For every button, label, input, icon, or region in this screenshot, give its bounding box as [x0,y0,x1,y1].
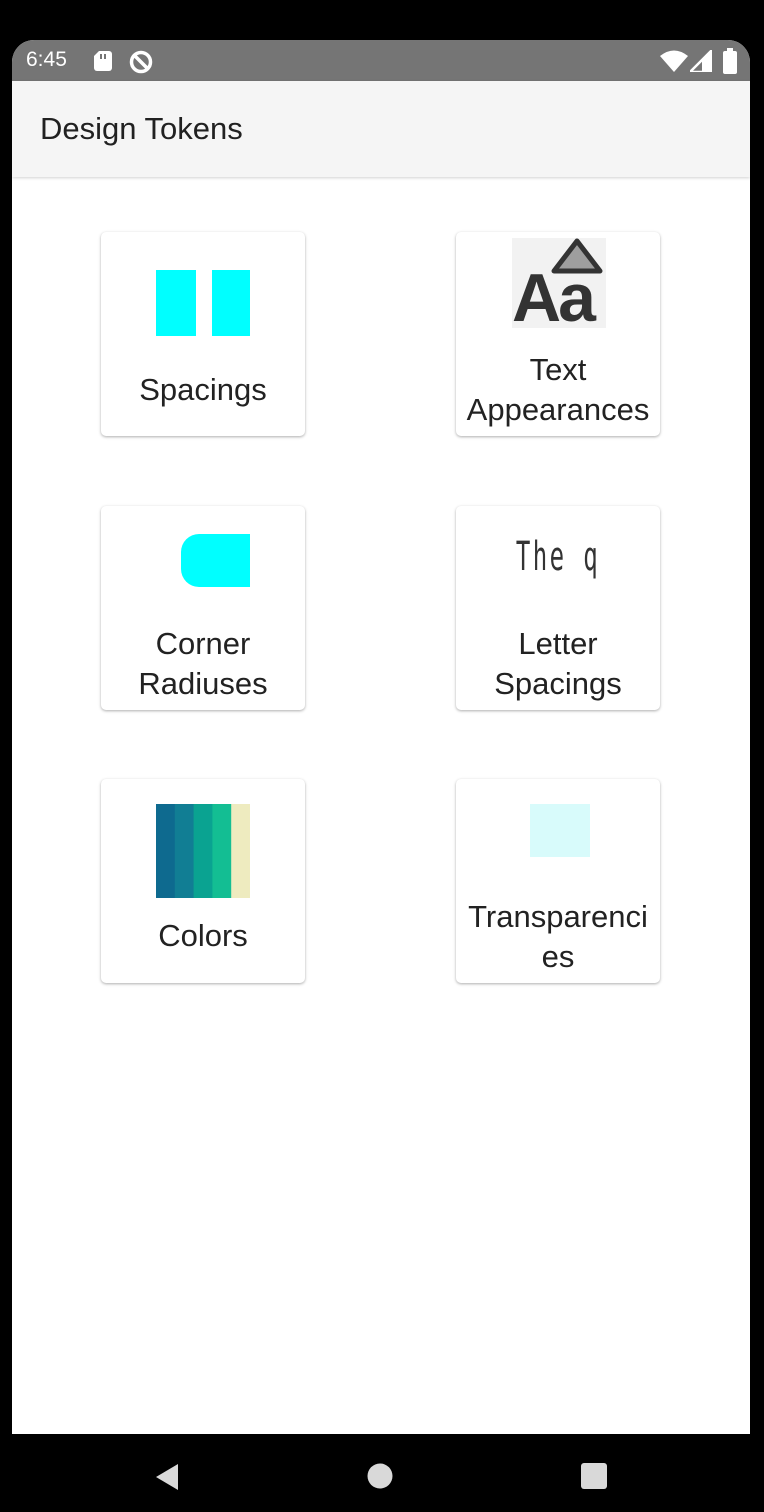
color-palette-icon [156,804,250,898]
navigation-bar [0,1434,764,1512]
card-label: Spacings [139,372,267,407]
palette-stripe [156,804,176,898]
palette-stripe [231,804,250,898]
page-title: Design Tokens [40,111,243,146]
text-appearances-card[interactable]: Aa Text Appearances [456,232,660,436]
icon-text: Aa [512,260,596,336]
home-button[interactable] [367,1463,393,1489]
transparencies-card[interactable]: Transparenci es [456,779,660,983]
status-time: 6:45 [26,48,67,71]
card-label: Transparenci es [468,899,648,974]
card-label: Text Appearances [466,352,650,427]
letter-spacings-card[interactable]: The q Letter Spacings [456,506,660,710]
card-label: Letter Spacings [494,626,622,701]
colors-card[interactable]: Colors [101,779,305,983]
back-button[interactable] [154,1462,180,1492]
corner-radius-icon [181,534,250,587]
spacings-icon [156,270,250,336]
text-appearance-icon: Aa [512,238,606,332]
card-label: Corner Radiuses [138,626,268,701]
data-saver-icon [129,50,153,74]
transparency-icon [530,804,590,857]
cell-signal-icon [690,50,712,72]
sd-card-icon [94,51,112,71]
palette-stripe [174,804,195,898]
status-bar: 6:45 [12,40,750,81]
spacings-card[interactable]: Spacings [101,232,305,436]
palette-stripe [212,804,232,898]
battery-icon [723,48,737,74]
app-screen: 6:45 Design Tokens Spacings Aa Text Appe… [12,40,750,1434]
recents-button[interactable] [581,1463,607,1489]
palette-stripe [193,804,213,898]
letter-spacing-icon: The q [515,534,601,580]
corner-radiuses-card[interactable]: Corner Radiuses [101,506,305,710]
wifi-icon [660,50,688,72]
app-bar: Design Tokens [12,81,750,177]
card-label: Colors [158,918,248,953]
